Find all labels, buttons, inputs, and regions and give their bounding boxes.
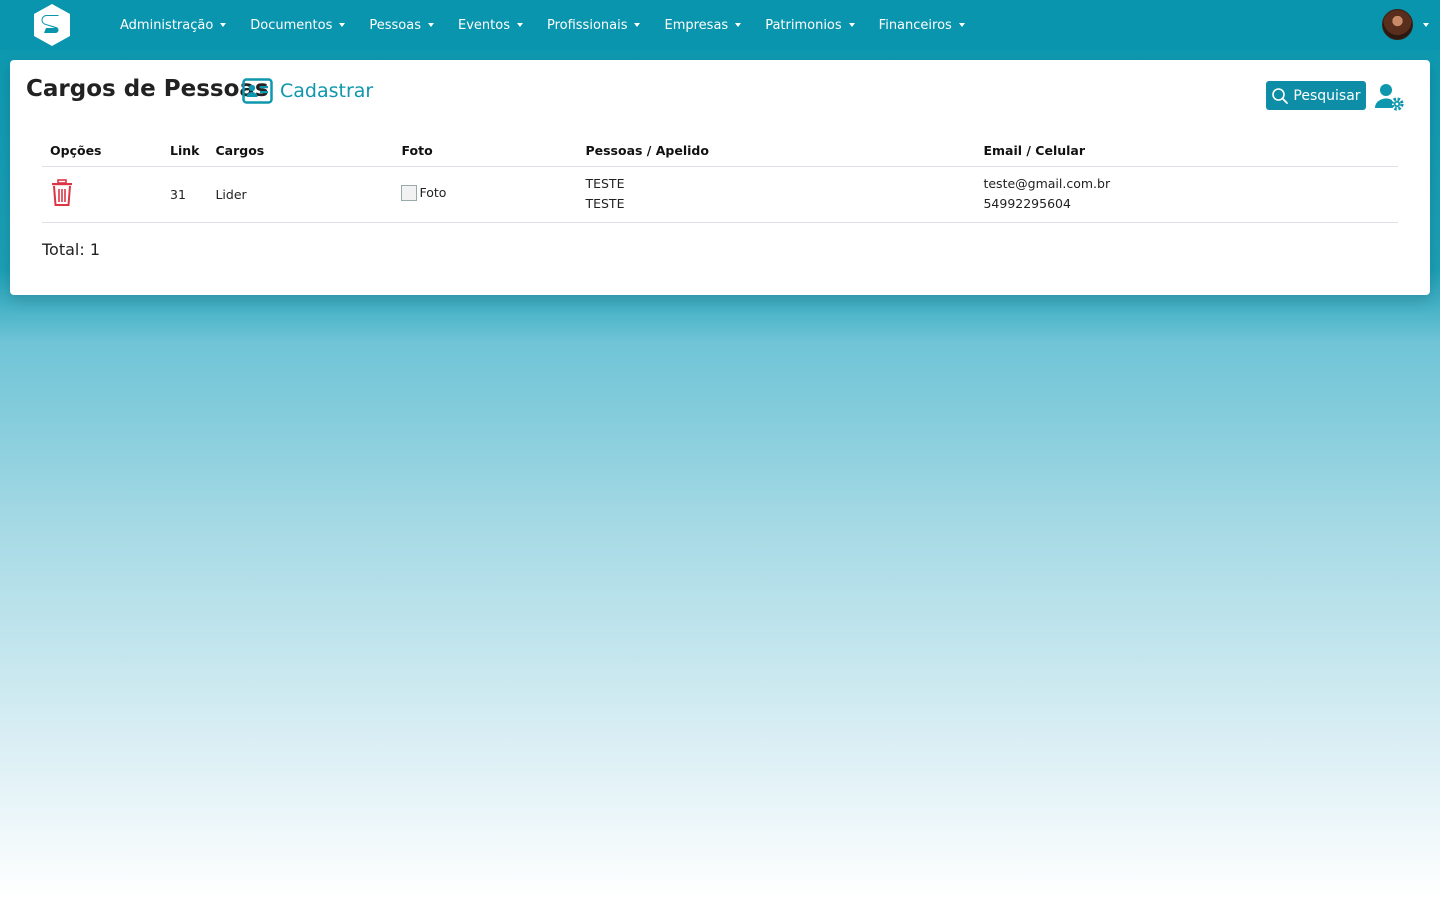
id-card-icon [242, 78, 273, 104]
menu-label: Empresas [664, 17, 729, 33]
header-link: Link [162, 136, 208, 167]
menu-financeiros[interactable]: Financeiros [867, 0, 977, 50]
search-button[interactable]: Pesquisar [1266, 81, 1366, 110]
content-card: Cargos de Pessoas Cadastrar Pesquisar Op… [10, 60, 1430, 295]
user-menu[interactable] [1382, 9, 1429, 40]
cell-email: teste@gmail.com.br 54992295604 [975, 166, 1398, 223]
menu-profissionais[interactable]: Profissionais [535, 0, 653, 50]
celular-text: 54992295604 [983, 196, 1071, 211]
cell-opcoes [42, 166, 162, 223]
cell-foto: Foto [393, 166, 578, 223]
top-navbar: Administração Documentos Pessoas Eventos… [0, 0, 1440, 50]
main-menu: Administração Documentos Pessoas Eventos… [108, 0, 977, 50]
caret-down-icon [339, 23, 346, 27]
menu-patrimonios[interactable]: Patrimonios [753, 0, 866, 50]
menu-label: Documentos [250, 17, 333, 33]
menu-label: Eventos [458, 17, 510, 33]
trash-icon[interactable] [50, 178, 74, 210]
page-title: Cargos de Pessoas [26, 76, 269, 102]
caret-down-icon [220, 23, 227, 27]
caret-down-icon [428, 23, 434, 27]
user-gear-icon[interactable] [1374, 82, 1404, 112]
menu-pessoas[interactable]: Pessoas [357, 0, 446, 50]
table-row: 31 Lider Foto TESTE TESTE teste@gmail.co… [42, 166, 1398, 223]
menu-label: Administração [120, 17, 214, 33]
caret-down-icon [634, 23, 641, 27]
foto-alt-text: Foto [419, 185, 447, 200]
menu-administracao[interactable]: Administração [108, 0, 238, 50]
header-foto: Foto [393, 136, 578, 167]
caret-down-icon [848, 23, 855, 27]
email-text: teste@gmail.com.br [983, 176, 1111, 191]
pessoa-name: TESTE [585, 176, 625, 191]
menu-eventos[interactable]: Eventos [446, 0, 535, 50]
caret-down-icon [958, 23, 965, 27]
caret-down-icon [735, 23, 742, 27]
cargos-table-container: Opções Link Cargos Foto Pessoas / Apelid… [42, 136, 1398, 223]
menu-empresas[interactable]: Empresas [652, 0, 753, 50]
header-cargos: Cargos [207, 136, 394, 167]
cargos-table: Opções Link Cargos Foto Pessoas / Apelid… [42, 136, 1398, 223]
header-pessoas: Pessoas / Apelido [577, 136, 976, 167]
header-email: Email / Celular [975, 136, 1398, 167]
total-count: Total: 1 [42, 240, 101, 259]
caret-down-icon [1423, 22, 1429, 27]
avatar [1382, 9, 1413, 40]
menu-label: Pessoas [369, 17, 421, 33]
broken-image-icon [401, 184, 418, 201]
cadastrar-link[interactable]: Cadastrar [242, 78, 373, 104]
header-opcoes: Opções [42, 136, 162, 167]
cell-pessoa: TESTE TESTE [577, 166, 976, 223]
menu-label: Profissionais [546, 17, 628, 33]
menu-label: Patrimonios [765, 17, 842, 33]
search-icon [1272, 87, 1289, 104]
menu-documentos[interactable]: Documentos [238, 0, 357, 50]
search-button-label: Pesquisar [1293, 87, 1361, 104]
cell-cargo: Lider [207, 166, 394, 223]
pessoa-apelido: TESTE [585, 196, 625, 211]
table-header-row: Opções Link Cargos Foto Pessoas / Apelid… [42, 136, 1398, 167]
cadastrar-label: Cadastrar [280, 80, 374, 102]
foto-image: Foto [401, 184, 447, 201]
cell-link: 31 [162, 166, 208, 223]
caret-down-icon [516, 23, 523, 27]
menu-label: Financeiros [878, 17, 952, 33]
brand-logo-icon[interactable] [30, 3, 74, 47]
